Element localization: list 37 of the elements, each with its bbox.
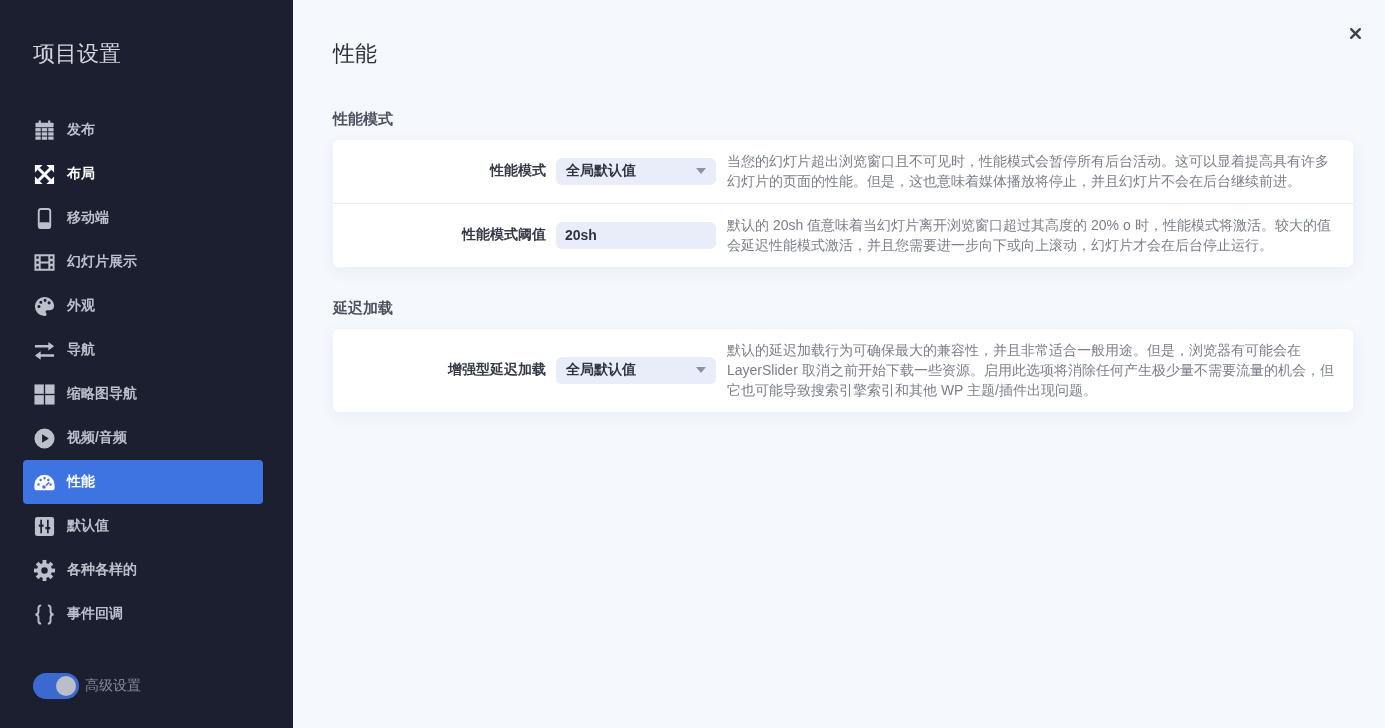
toggle-switch[interactable] xyxy=(33,673,79,699)
nav-item[interactable]: 外观 xyxy=(23,284,263,328)
grid-icon xyxy=(33,382,56,406)
nav-item[interactable]: 移动端 xyxy=(23,196,263,240)
setting-label: 性能模式 xyxy=(490,162,546,180)
section-heading: 性能模式 xyxy=(333,109,394,129)
expand-arrows-icon xyxy=(33,162,56,186)
nav-item[interactable]: 幻灯片展示 xyxy=(23,240,263,284)
setting-description: 当您的幻灯片超出浏览窗口且不可见时，性能模式会暂停所有后台活动。这可以显着提高具有许多幻灯片的页面的性能。但是，这也意味着媒体播放将停止，并且幻灯片不会在后台继续前进。 xyxy=(727,152,1330,191)
nav-item[interactable]: 发布 xyxy=(23,108,263,152)
close-icon[interactable] xyxy=(1349,27,1362,40)
nav-item[interactable]: 视频/音频 xyxy=(23,416,263,460)
nav-item[interactable]: 事件回调 xyxy=(23,592,263,636)
sliders-icon xyxy=(33,514,56,538)
nav-item[interactable]: 布局 xyxy=(23,152,263,196)
nav-item[interactable]: 缩略图导航 xyxy=(23,372,263,416)
nav-item[interactable]: 各种各样的 xyxy=(23,548,263,592)
nav-item[interactable]: 导航 xyxy=(23,328,263,372)
braces-icon xyxy=(33,602,56,626)
caret-icon xyxy=(696,367,706,373)
select-field[interactable]: 全局默认值 xyxy=(556,356,716,384)
settings-icon xyxy=(33,558,56,582)
setting-description: 默认的延迟加载行为可确保最大的兼容性，并且非常适合一般用途。但是，浏览器有可能会在 LayerSlider 取消之前开始下载一些资源。启用此选项将消除任何产生极少量不需要流量的机会，但它也可能导致搜索引擎索引和其他 WP 主题/插件出现问题。 xyxy=(727,341,1335,400)
toggle-label: 高级设置 xyxy=(85,677,141,695)
caret-icon xyxy=(696,168,706,174)
nav-item[interactable]: 性能 xyxy=(23,460,263,504)
page-title: 性能 xyxy=(333,40,378,68)
section-heading: 延迟加载 xyxy=(333,298,394,318)
setting-label: 增强型延迟加载 xyxy=(448,361,546,379)
setting-description: 默认的 20sh 值意味着当幻灯片离开浏览窗口超过其高度的 20% o 时，性能模式将激活。较大的值会延迟性能模式激活，并且您需要进一步向下或向上滚动，幻灯片才会在后台停止运行。 xyxy=(727,216,1332,255)
sidebar-title: 项目设置 xyxy=(33,40,121,68)
select-field[interactable]: 全局默认值 xyxy=(556,157,716,185)
nav-item[interactable]: 默认值 xyxy=(23,504,263,548)
calendar-icon xyxy=(33,118,56,142)
text-field[interactable]: 20sh xyxy=(556,221,716,249)
setting-label: 性能模式阈值 xyxy=(462,226,546,244)
palette-icon xyxy=(33,294,56,318)
